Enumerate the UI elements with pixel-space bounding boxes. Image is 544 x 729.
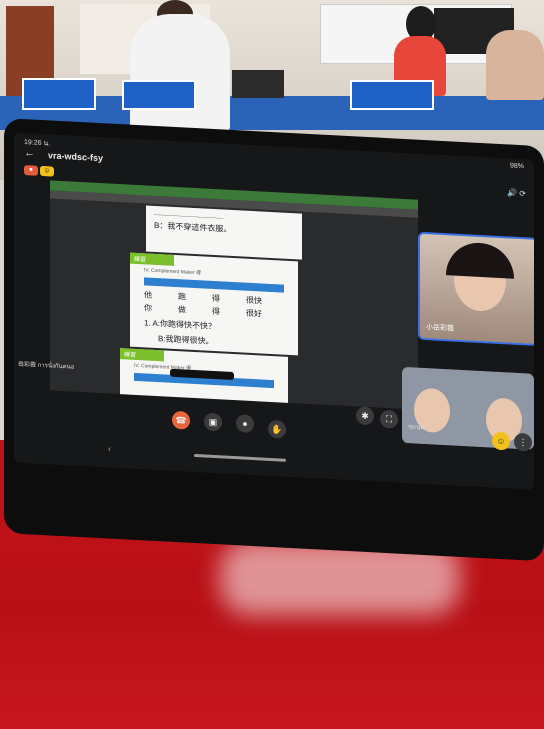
more-options-button[interactable]: ⋮ (514, 432, 532, 452)
shared-screen: _________________________ B：我不穿這件衣服。 練習 … (50, 180, 418, 410)
status-battery: 98% (509, 162, 524, 171)
dialogue-line: B：我不穿這件衣服。 (154, 220, 232, 234)
cell: 你 (144, 303, 152, 313)
tablet-device: 19:26 น. 98% ← vra-wdsc-fsy ● ☺ 🔊 ⟳ ____… (4, 118, 544, 562)
audio-camera-switch-icons[interactable]: 🔊 ⟳ (507, 188, 526, 198)
tablet-screen: 19:26 น. 98% ← vra-wdsc-fsy ● ☺ 🔊 ⟳ ____… (14, 132, 534, 490)
section-header: 練習 (130, 252, 174, 266)
cell: 跑 (178, 292, 186, 302)
pin-icon[interactable]: ✱ (356, 406, 374, 426)
document-page: _________________________ B：我不穿這件衣服。 (146, 205, 302, 260)
nav-back-icon[interactable]: ‹ (108, 443, 111, 453)
blue-chair (22, 78, 96, 110)
end-call-button[interactable]: ☎ (172, 410, 190, 430)
laptop (232, 70, 284, 98)
document-page: 練習 IV. Complement Maker 得 他 跑 得 很快 你 做 得… (130, 252, 298, 356)
camera-button[interactable]: ▣ (204, 412, 222, 432)
student-white-shirt (130, 14, 230, 134)
gesture-bar[interactable] (194, 453, 286, 462)
meeting-title[interactable]: vra-wdsc-fsy (48, 150, 103, 163)
mute-label: ชุมนุม (408, 424, 425, 432)
reaction-button[interactable]: ☺ (492, 431, 510, 451)
back-arrow-icon[interactable]: ← (24, 147, 35, 160)
emoji-icon[interactable]: ☺ (40, 165, 54, 177)
cell: 得 (212, 293, 220, 304)
section-header: 練習 (120, 348, 164, 362)
microphone-button[interactable]: ● (236, 414, 254, 434)
participant-tile-main[interactable]: 小岳彩霞 (418, 231, 534, 346)
student-right (486, 30, 544, 100)
blue-chair (122, 80, 196, 110)
cell: 得 (212, 306, 220, 317)
cell: 他 (144, 290, 152, 300)
fullscreen-icon[interactable]: ⛶ (380, 409, 398, 429)
record-icon[interactable]: ● (24, 165, 38, 176)
cell: 很快 (246, 295, 262, 306)
sentence: B:我跑得很快。 (158, 334, 214, 346)
screen-share-label: 岳彩霞 การนั่งกันคนอ (18, 361, 75, 371)
blue-chair (350, 80, 434, 110)
participant-name: 小岳彩霞 (426, 324, 454, 333)
raise-hand-button[interactable]: ✋ (268, 419, 286, 439)
cell: 很好 (246, 308, 262, 319)
cell: 做 (178, 305, 186, 315)
